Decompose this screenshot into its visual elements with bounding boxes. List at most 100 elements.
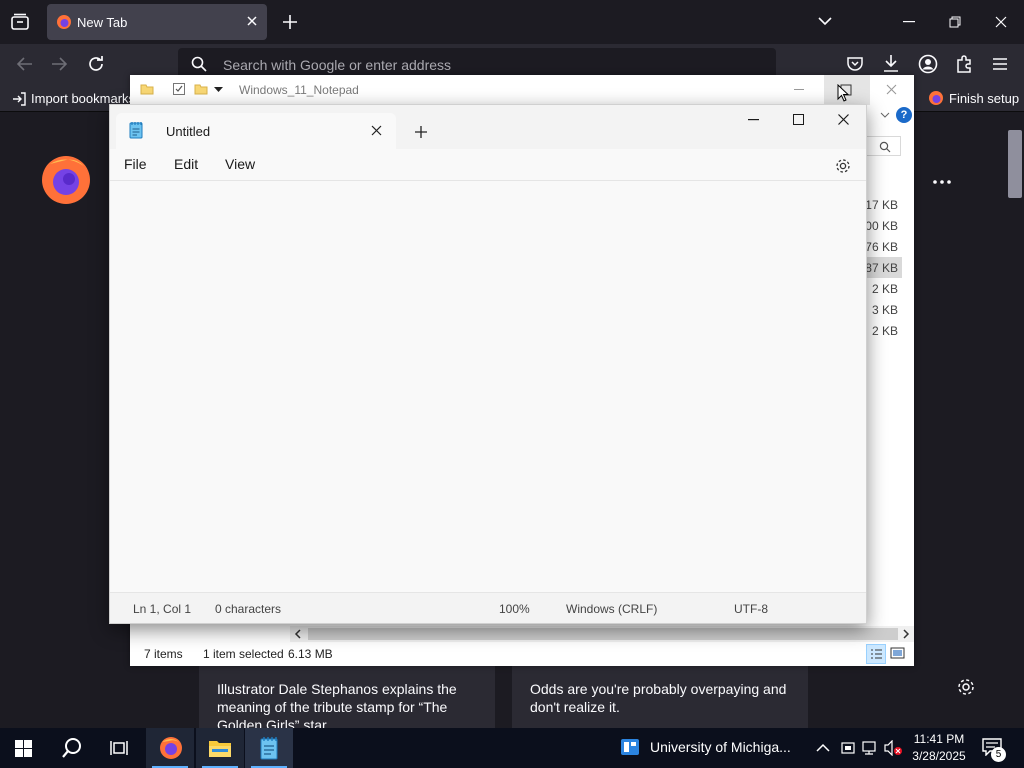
search-icon bbox=[62, 738, 81, 758]
notepad-window: Untitled File Edit View Ln 1, Col 1 0 ch… bbox=[109, 104, 867, 624]
firefox-logo-icon bbox=[40, 152, 92, 206]
start-button[interactable] bbox=[0, 728, 48, 768]
restore-icon[interactable] bbox=[949, 16, 961, 28]
pocket-icon[interactable] bbox=[846, 55, 864, 73]
more-options-icon[interactable] bbox=[933, 180, 951, 184]
personalize-gear-icon[interactable] bbox=[957, 678, 975, 696]
news-widget-icon bbox=[621, 739, 639, 755]
file-explorer-icon bbox=[209, 741, 231, 757]
horizontal-scrollbar[interactable] bbox=[290, 626, 914, 642]
finish-setup-button[interactable]: Finish setup bbox=[928, 90, 1019, 106]
close-tab-icon[interactable] bbox=[371, 125, 382, 136]
scrollbar-thumb[interactable] bbox=[1008, 130, 1022, 198]
quick-access-dropdown-icon[interactable] bbox=[214, 87, 223, 93]
story-text: Odds are you're probably overpaying and … bbox=[530, 681, 787, 715]
explorer-status-bar: 7 items 1 item selected 6.13 MB bbox=[130, 642, 914, 666]
finish-setup-label: Finish setup bbox=[949, 90, 1020, 106]
clock-time: 11:41 PM bbox=[913, 732, 965, 746]
new-tab-icon[interactable] bbox=[282, 14, 298, 30]
ribbon-expand-icon[interactable] bbox=[880, 112, 890, 118]
page-scrollbar[interactable] bbox=[1006, 112, 1024, 728]
line-ending: Windows (CRLF) bbox=[566, 602, 658, 616]
folder-icon bbox=[140, 82, 154, 96]
encoding: UTF-8 bbox=[734, 602, 768, 616]
reload-icon[interactable] bbox=[87, 55, 105, 73]
notepad-app-icon bbox=[260, 737, 278, 760]
cursor-position: Ln 1, Col 1 bbox=[133, 602, 192, 616]
close-icon[interactable] bbox=[886, 84, 897, 95]
notepad-tab-untitled[interactable]: Untitled bbox=[116, 113, 396, 149]
downloads-icon[interactable] bbox=[882, 54, 900, 74]
story-card-1[interactable]: Illustrator Dale Stephanos explains the … bbox=[199, 666, 495, 733]
minimize-icon[interactable] bbox=[903, 21, 915, 23]
list-all-tabs-icon[interactable] bbox=[818, 16, 832, 26]
network-icon[interactable] bbox=[862, 740, 880, 756]
search-box[interactable] bbox=[865, 136, 901, 156]
extensions-icon[interactable] bbox=[955, 54, 973, 74]
notepad-tab-title: Untitled bbox=[166, 124, 211, 139]
story-card-2[interactable]: Odds are you're probably overpaying and … bbox=[512, 666, 808, 728]
taskbar-notepad[interactable] bbox=[245, 728, 293, 768]
tab-title: New Tab bbox=[77, 15, 128, 30]
scroll-left-icon bbox=[294, 629, 301, 639]
browser-tab-bar: New Tab bbox=[0, 0, 1024, 44]
weather-widget[interactable]: University of Michiga... bbox=[620, 738, 791, 756]
back-icon[interactable] bbox=[15, 56, 33, 72]
help-icon[interactable]: ? bbox=[896, 107, 912, 123]
item-count: 7 items bbox=[144, 647, 183, 661]
windows-logo-icon bbox=[15, 740, 32, 757]
show-hidden-icons-icon[interactable] bbox=[816, 743, 830, 752]
task-view-button[interactable] bbox=[96, 728, 144, 768]
explorer-titlebar: Windows_11_Notepad bbox=[130, 75, 914, 105]
firefox-logo-icon bbox=[929, 91, 943, 105]
notepad-status-bar: Ln 1, Col 1 0 characters 100% Windows (C… bbox=[110, 592, 866, 623]
notification-center-button[interactable]: 5 bbox=[982, 738, 1010, 762]
notepad-menubar: File Edit View bbox=[110, 149, 866, 181]
meet-now-icon[interactable] bbox=[840, 740, 856, 756]
firefox-favicon-icon bbox=[56, 14, 72, 30]
taskbar-firefox[interactable] bbox=[146, 728, 194, 768]
menu-view[interactable]: View bbox=[225, 156, 255, 172]
close-tab-icon[interactable] bbox=[246, 15, 258, 27]
text-editor-area[interactable] bbox=[110, 181, 866, 592]
taskbar-file-explorer[interactable] bbox=[196, 728, 244, 768]
maximize-icon[interactable] bbox=[793, 114, 804, 125]
system-clock[interactable]: 11:41 PM 3/28/2025 bbox=[908, 731, 970, 765]
new-tab-icon[interactable] bbox=[414, 125, 428, 139]
character-count: 0 characters bbox=[215, 602, 282, 616]
properties-icon[interactable] bbox=[172, 82, 186, 96]
minimize-icon[interactable] bbox=[794, 89, 804, 91]
scroll-right-icon bbox=[903, 629, 910, 639]
browser-tab-new-tab[interactable]: New Tab bbox=[47, 4, 267, 40]
zoom-level: 100% bbox=[499, 602, 530, 616]
explorer-window-title: Windows_11_Notepad bbox=[239, 83, 359, 97]
notepad-app-icon bbox=[129, 121, 143, 139]
search-icon bbox=[191, 56, 207, 72]
forward-icon[interactable] bbox=[51, 56, 69, 72]
settings-gear-icon[interactable] bbox=[835, 158, 851, 174]
close-window-icon[interactable] bbox=[995, 16, 1007, 28]
import-icon bbox=[13, 91, 26, 106]
mouse-cursor-icon bbox=[837, 84, 850, 102]
menu-file[interactable]: File bbox=[124, 156, 147, 172]
scrollbar-thumb[interactable] bbox=[308, 628, 898, 640]
maximize-button[interactable] bbox=[824, 75, 870, 105]
details-view-icon[interactable] bbox=[866, 644, 886, 664]
search-button[interactable] bbox=[48, 728, 96, 768]
selection-size: 6.13 MB bbox=[288, 647, 333, 661]
volume-muted-icon[interactable] bbox=[884, 740, 902, 756]
new-folder-icon[interactable] bbox=[194, 82, 208, 96]
firefox-logo-icon bbox=[160, 737, 182, 759]
large-icons-view-icon[interactable] bbox=[890, 646, 905, 660]
search-icon bbox=[879, 141, 891, 153]
app-menu-icon[interactable] bbox=[992, 57, 1008, 71]
account-icon[interactable] bbox=[918, 54, 938, 74]
minimize-icon[interactable] bbox=[748, 119, 759, 121]
selection-count: 1 item selected bbox=[203, 647, 284, 661]
menu-edit[interactable]: Edit bbox=[174, 156, 198, 172]
tab-list-icon[interactable] bbox=[10, 12, 30, 32]
windows-taskbar: University of Michiga... 11:41 PM 3/28/2… bbox=[0, 728, 1024, 768]
task-view-icon bbox=[110, 741, 128, 755]
clock-date: 3/28/2025 bbox=[912, 749, 966, 763]
close-icon[interactable] bbox=[838, 114, 849, 125]
